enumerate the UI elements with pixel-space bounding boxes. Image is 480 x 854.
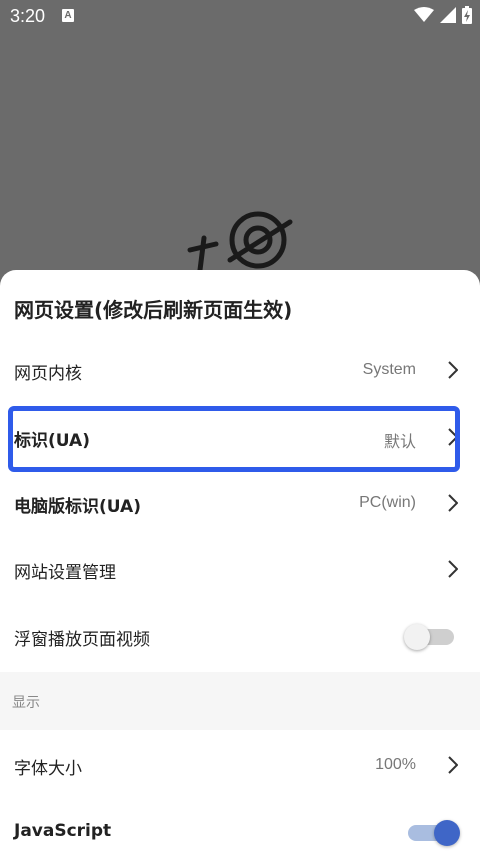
section-label: 显示 bbox=[12, 695, 40, 711]
row-desktop-user-agent[interactable]: 电脑版标识(UA) PC(win) bbox=[0, 470, 480, 536]
floating-video-toggle[interactable] bbox=[404, 624, 454, 650]
row-value: System bbox=[362, 361, 416, 378]
toggle-knob bbox=[404, 624, 430, 650]
row-value: 默认 bbox=[383, 434, 416, 451]
row-floating-video[interactable]: 浮窗播放页面视频 bbox=[0, 603, 480, 669]
row-user-agent[interactable]: 标识(UA) 默认 bbox=[0, 404, 480, 470]
row-label: 字体大小 bbox=[14, 759, 82, 779]
sheet-title: 网页设置(修改后刷新页面生效) bbox=[14, 298, 293, 322]
row-value: 100% bbox=[375, 756, 416, 773]
javascript-toggle[interactable] bbox=[408, 820, 460, 846]
status-icons bbox=[414, 6, 472, 24]
row-label: 网站设置管理 bbox=[14, 563, 116, 583]
section-header-display: 显示 bbox=[0, 672, 480, 730]
row-label: 浮窗播放页面视频 bbox=[14, 630, 150, 650]
row-value: PC(win) bbox=[359, 494, 416, 511]
row-site-settings[interactable]: 网站设置管理 bbox=[0, 536, 480, 602]
row-font-size[interactable]: 字体大小 100% bbox=[0, 732, 480, 798]
toggle-knob bbox=[434, 820, 460, 846]
row-label: 电脑版标识(UA) bbox=[14, 497, 141, 517]
status-time: 3:20 bbox=[10, 6, 46, 26]
chevron-right-icon bbox=[448, 361, 458, 379]
signal-icon bbox=[440, 7, 456, 23]
chevron-right-icon bbox=[448, 494, 458, 512]
status-bar: 3:20 A bbox=[0, 0, 480, 34]
chevron-right-icon bbox=[448, 756, 458, 774]
row-label: 标识(UA) bbox=[14, 431, 90, 451]
app-logo bbox=[187, 211, 293, 272]
wifi-icon bbox=[414, 7, 434, 22]
chevron-right-icon bbox=[448, 560, 458, 578]
a-icon: A bbox=[62, 9, 74, 22]
row-label: 网页内核 bbox=[14, 364, 82, 384]
row-javascript[interactable]: JavaScript bbox=[0, 799, 480, 854]
battery-charging-icon bbox=[462, 6, 472, 24]
web-settings-sheet: 网页设置(修改后刷新页面生效) 网页内核 System 标识(UA) 默认 电脑… bbox=[0, 270, 480, 854]
row-web-kernel[interactable]: 网页内核 System bbox=[0, 337, 480, 403]
chevron-right-icon bbox=[448, 428, 458, 446]
row-label: JavaScript bbox=[14, 821, 112, 841]
